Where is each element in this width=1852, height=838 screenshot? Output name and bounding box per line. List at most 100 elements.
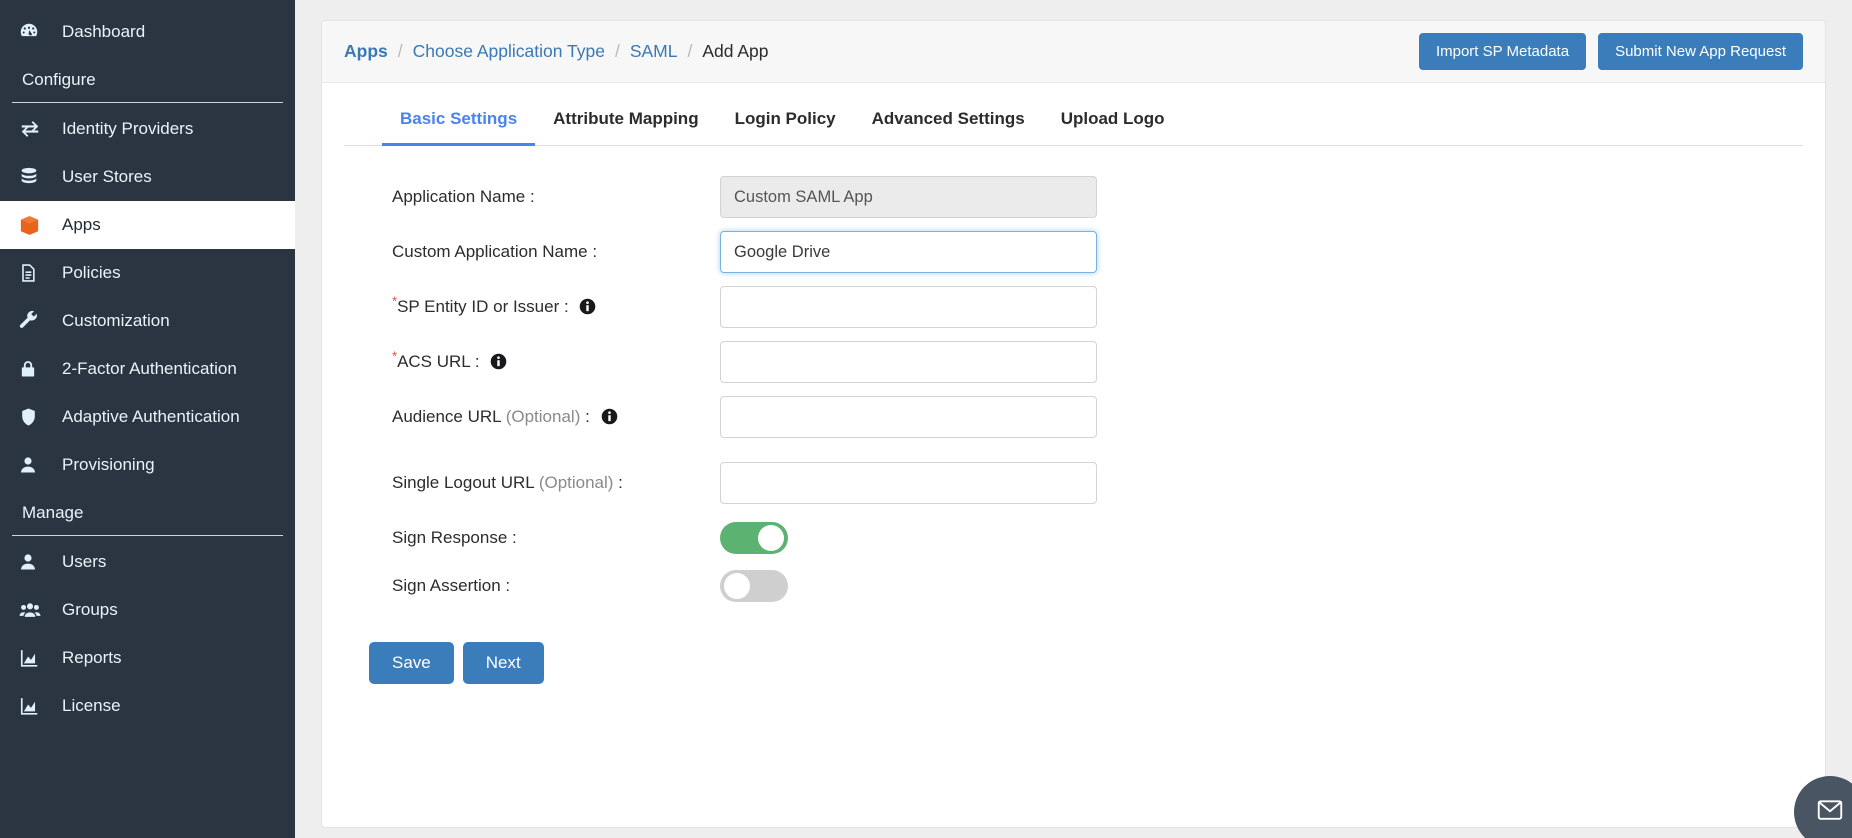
audience-url-optional-text: (Optional) <box>505 407 581 426</box>
submit-new-app-request-button[interactable]: Submit New App Request <box>1598 33 1803 70</box>
sign-response-toggle[interactable] <box>720 522 788 554</box>
sidebar-item-identity-providers[interactable]: Identity Providers <box>0 105 295 153</box>
top-actions: Import SP Metadata Submit New App Reques… <box>1418 33 1803 70</box>
dashboard-icon <box>18 21 52 43</box>
main-content: Apps / Choose Application Type / SAML / … <box>295 0 1852 838</box>
tab-login-policy[interactable]: Login Policy <box>717 109 854 146</box>
sidebar-item-users[interactable]: Users <box>0 538 295 586</box>
tab-bar: Basic Settings Attribute Mapping Login P… <box>344 83 1803 146</box>
import-sp-metadata-button[interactable]: Import SP Metadata <box>1418 33 1587 70</box>
sidebar: Dashboard Configure Identity Providers U… <box>0 0 295 838</box>
user-icon <box>18 551 52 573</box>
sidebar-item-provisioning[interactable]: Provisioning <box>0 441 295 489</box>
save-button[interactable]: Save <box>369 642 454 684</box>
sp-entity-id-label: *SP Entity ID or Issuer : <box>322 294 720 317</box>
content-panel: Apps / Choose Application Type / SAML / … <box>321 20 1826 828</box>
form-actions: Save Next <box>322 620 1825 684</box>
custom-application-name-label: Custom Application Name : <box>392 242 598 261</box>
sidebar-item-label: Policies <box>62 263 121 282</box>
breadcrumb-item-apps[interactable]: Apps <box>344 41 388 62</box>
sign-assertion-toggle[interactable] <box>720 570 788 602</box>
breadcrumb-item-add-app: Add App <box>702 41 769 61</box>
sidebar-item-groups[interactable]: Groups <box>0 586 295 634</box>
tab-upload-logo[interactable]: Upload Logo <box>1043 109 1183 146</box>
sidebar-item-user-stores[interactable]: User Stores <box>0 153 295 201</box>
sign-assertion-label: Sign Assertion : <box>392 576 511 595</box>
application-window: Dashboard Configure Identity Providers U… <box>0 0 1852 838</box>
sidebar-item-2-factor-authentication[interactable]: 2-Factor Authentication <box>0 345 295 393</box>
toggle-knob <box>758 525 784 551</box>
single-logout-url-label-text: Single Logout URL <box>392 473 539 492</box>
sp-entity-id-input[interactable] <box>720 286 1097 328</box>
sidebar-section-manage: Manage <box>0 489 295 535</box>
sp-entity-id-label-text: SP Entity ID or Issuer <box>397 297 560 316</box>
tab-attribute-mapping[interactable]: Attribute Mapping <box>535 109 716 146</box>
breadcrumb: Apps / Choose Application Type / SAML / … <box>344 41 769 62</box>
sidebar-top-spacer <box>0 0 295 8</box>
audience-url-input[interactable] <box>720 396 1097 438</box>
sidebar-section-label: Manage <box>22 503 84 522</box>
acs-url-input[interactable] <box>720 341 1097 383</box>
sidebar-item-policies[interactable]: Policies <box>0 249 295 297</box>
basic-settings-form: Application Name : Custom Application Na… <box>322 146 1825 684</box>
form-row-acs-url: *ACS URL : <box>322 341 1825 383</box>
document-icon <box>18 262 52 284</box>
breadcrumb-separator: / <box>397 41 403 61</box>
next-button[interactable]: Next <box>462 642 544 684</box>
sidebar-item-label: Groups <box>62 600 118 619</box>
application-name-input <box>720 176 1097 218</box>
sp-entity-id-label-colon: : <box>559 297 574 316</box>
shield-icon <box>18 406 52 428</box>
audience-url-label-colon: : <box>580 407 595 426</box>
application-name-label: Application Name : <box>392 187 535 206</box>
wrench-icon <box>18 310 52 332</box>
audience-url-label-text: Audience URL <box>392 407 506 426</box>
sidebar-item-reports[interactable]: Reports <box>0 634 295 682</box>
sidebar-item-label: Customization <box>62 311 170 330</box>
info-icon[interactable] <box>490 353 507 370</box>
single-logout-url-input[interactable] <box>720 462 1097 504</box>
form-row-sign-response: Sign Response : <box>322 517 1825 559</box>
sidebar-item-apps[interactable]: Apps <box>0 201 295 249</box>
form-row-audience-url: Audience URL (Optional) : <box>322 396 1825 438</box>
sidebar-item-label: User Stores <box>62 167 152 186</box>
breadcrumb-separator: / <box>687 41 693 61</box>
acs-url-label: *ACS URL : <box>322 349 720 372</box>
sidebar-item-label: 2-Factor Authentication <box>62 359 237 378</box>
sidebar-item-label: Dashboard <box>62 22 146 41</box>
breadcrumb-separator: / <box>614 41 620 61</box>
form-row-sp-entity-id: *SP Entity ID or Issuer : <box>322 286 1825 328</box>
sidebar-section-label: Configure <box>22 70 96 89</box>
audience-url-label: Audience URL (Optional) : <box>322 407 720 427</box>
toggle-knob <box>724 573 750 599</box>
sidebar-item-customization[interactable]: Customization <box>0 297 295 345</box>
sidebar-item-label: Reports <box>62 648 122 667</box>
acs-url-label-colon: : <box>470 352 485 371</box>
user-icon <box>18 454 52 476</box>
chart-icon <box>18 695 52 717</box>
sidebar-item-adaptive-authentication[interactable]: Adaptive Authentication <box>0 393 295 441</box>
tab-advanced-settings[interactable]: Advanced Settings <box>854 109 1043 146</box>
sidebar-item-license[interactable]: License <box>0 682 295 730</box>
acs-url-label-text: ACS URL <box>397 352 471 371</box>
info-icon[interactable] <box>601 408 618 425</box>
cube-icon <box>18 214 52 237</box>
info-icon[interactable] <box>579 298 596 315</box>
breadcrumb-item-choose-application-type[interactable]: Choose Application Type <box>413 41 605 62</box>
custom-application-name-input[interactable] <box>720 231 1097 273</box>
tab-basic-settings[interactable]: Basic Settings <box>382 109 536 146</box>
users-icon <box>18 599 52 621</box>
sidebar-divider-manage <box>12 535 283 536</box>
breadcrumb-item-saml[interactable]: SAML <box>630 41 678 62</box>
single-logout-url-label-colon: : <box>613 473 623 492</box>
single-logout-url-optional-text: (Optional) <box>538 473 614 492</box>
lock-icon <box>18 358 52 380</box>
sidebar-divider-configure <box>12 102 283 103</box>
sidebar-item-dashboard[interactable]: Dashboard <box>0 8 295 56</box>
sign-response-label: Sign Response : <box>392 528 517 547</box>
single-logout-url-label: Single Logout URL (Optional) : <box>322 473 720 493</box>
database-icon <box>18 166 52 188</box>
breadcrumb-bar: Apps / Choose Application Type / SAML / … <box>322 21 1825 83</box>
sidebar-item-label: Users <box>62 552 107 571</box>
sidebar-item-label: Identity Providers <box>62 119 194 138</box>
